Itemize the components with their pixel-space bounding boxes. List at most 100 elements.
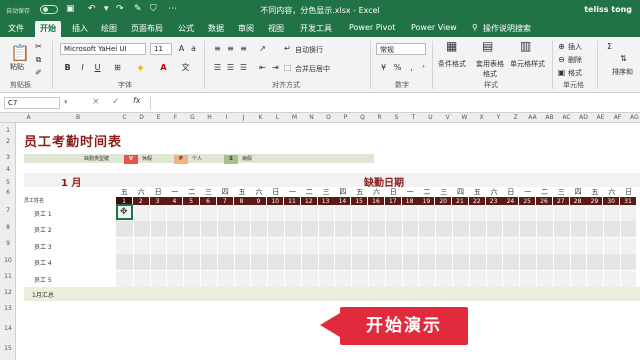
align-middle-icon[interactable]: ≡ [225, 43, 236, 54]
column-header[interactable]: P [337, 114, 354, 121]
tab-home[interactable]: 开始 [35, 21, 61, 37]
row-header[interactable]: 14 [0, 325, 16, 332]
format-painter-icon[interactable]: ✐ [33, 67, 44, 78]
font-name-select[interactable]: Microsoft YaHei UI [60, 43, 146, 55]
column-header[interactable]: AA [524, 114, 541, 121]
row-header[interactable]: 13 [0, 305, 16, 312]
column-header[interactable]: AG [626, 114, 640, 121]
sort-filter-icon[interactable]: ⇅ [618, 53, 629, 64]
attendance-cells[interactable] [116, 254, 636, 271]
align-top-icon[interactable]: ≡ [212, 43, 223, 54]
align-bottom-icon[interactable]: ≡ [238, 43, 249, 54]
delete-cells-button[interactable]: 删除 [568, 55, 582, 65]
search-icon[interactable]: ⚲ [472, 23, 478, 32]
row-header[interactable]: 10 [0, 257, 16, 264]
font-shrink-icon[interactable]: a [188, 43, 199, 54]
column-header[interactable]: C [116, 114, 133, 121]
row-header[interactable]: 7 [0, 207, 16, 214]
wrap-text-button[interactable]: 自动换行 [295, 45, 323, 55]
column-header[interactable]: AE [592, 114, 609, 121]
wrap-text-icon[interactable]: ↵ [282, 43, 293, 54]
attendance-cells[interactable] [116, 237, 636, 254]
insert-cells-button[interactable]: 插入 [568, 42, 582, 52]
column-header[interactable]: AF [609, 114, 626, 121]
table-format-icon[interactable]: ▤ [482, 40, 493, 52]
column-header[interactable]: Z [507, 114, 524, 121]
align-right-icon[interactable]: ☰ [238, 62, 249, 73]
column-header[interactable]: O [320, 114, 337, 121]
conditional-format-button[interactable]: 条件格式 [438, 59, 466, 69]
number-format-select[interactable]: 常规 [376, 43, 426, 55]
sort-filter-button[interactable]: 排序和 [612, 67, 633, 77]
column-header[interactable]: H [201, 114, 218, 121]
fill-color-icon[interactable]: ◈ [135, 62, 146, 73]
increase-decimal-icon[interactable]: ⁺ [418, 62, 429, 73]
column-header[interactable]: J [235, 114, 252, 121]
font-size-select[interactable]: 11 [150, 43, 172, 55]
attendance-cells[interactable] [116, 205, 636, 221]
row-header[interactable]: 5 [0, 179, 16, 186]
tab-tell-me[interactable]: 操作说明搜索 [483, 23, 531, 34]
orientation-icon[interactable]: ↗ [257, 43, 268, 54]
format-cells-button[interactable]: 格式 [568, 68, 582, 78]
percent-icon[interactable]: % [392, 62, 403, 73]
border-icon[interactable]: ⊞ [112, 62, 123, 73]
employee-name[interactable]: 员工 3 [34, 242, 52, 251]
merge-center-button[interactable]: 合并后居中 [295, 64, 330, 74]
user-name[interactable]: teliss tong [584, 5, 632, 14]
tab-power-view[interactable]: Power View [411, 23, 457, 32]
row-header[interactable]: 9 [0, 240, 16, 247]
row-header[interactable]: 12 [0, 289, 16, 296]
autosum-icon[interactable]: Σ [604, 41, 615, 52]
underline-icon[interactable]: U [92, 62, 103, 73]
cancel-icon[interactable]: × [92, 97, 100, 107]
format-cells-icon[interactable]: ▣ [556, 67, 567, 78]
comma-icon[interactable]: , [406, 62, 417, 73]
name-box[interactable]: C7 [4, 97, 60, 109]
employee-name[interactable]: 员工 1 [34, 209, 52, 218]
tab-view[interactable]: 视图 [268, 23, 284, 34]
tab-draw[interactable]: 绘图 [101, 23, 117, 34]
attendance-cells[interactable] [116, 221, 636, 238]
column-header[interactable]: D [133, 114, 150, 121]
row-header[interactable]: 8 [0, 224, 16, 231]
tab-power-pivot[interactable]: Power Pivot [349, 23, 395, 32]
increase-indent-icon[interactable]: ⇥ [270, 62, 281, 73]
cell-styles-button[interactable]: 单元格样式 [510, 59, 545, 69]
column-header[interactable]: I [218, 114, 235, 121]
column-header[interactable]: W [456, 114, 473, 121]
column-header[interactable]: V [439, 114, 456, 121]
tab-review[interactable]: 审阅 [238, 23, 254, 34]
row-header[interactable]: 1 [0, 127, 16, 134]
tab-file[interactable]: 文件 [8, 23, 24, 34]
font-grow-icon[interactable]: A [176, 43, 187, 54]
column-header[interactable]: R [371, 114, 388, 121]
column-header[interactable]: S [388, 114, 405, 121]
column-header[interactable]: K [252, 114, 269, 121]
column-header[interactable]: E [150, 114, 167, 121]
column-header[interactable]: AC [558, 114, 575, 121]
row-header[interactable]: 4 [0, 166, 16, 173]
column-header[interactable]: N [303, 114, 320, 121]
employee-name[interactable]: 员工 5 [34, 275, 52, 284]
align-center-icon[interactable]: ☰ [225, 62, 236, 73]
column-header[interactable]: T [405, 114, 422, 121]
cut-icon[interactable]: ✂ [33, 41, 44, 52]
column-header[interactable]: F [167, 114, 184, 121]
column-header[interactable]: B [48, 114, 108, 121]
row-header[interactable]: 11 [0, 273, 16, 280]
formula-input[interactable] [155, 96, 635, 110]
row-header[interactable]: 6 [0, 189, 16, 196]
row-header[interactable]: 15 [0, 345, 16, 352]
column-header[interactable]: L [269, 114, 286, 121]
conditional-format-icon[interactable]: ▦ [446, 40, 457, 52]
delete-cells-icon[interactable]: ⊖ [556, 54, 567, 65]
column-header[interactable]: Q [354, 114, 371, 121]
column-header[interactable]: G [184, 114, 201, 121]
italic-icon[interactable]: I [77, 62, 88, 73]
enter-icon[interactable]: ✓ [112, 97, 120, 107]
insert-function-icon[interactable]: fx [133, 96, 141, 105]
insert-cells-icon[interactable]: ⊕ [556, 41, 567, 52]
copy-icon[interactable]: ⧉ [33, 54, 44, 65]
column-header[interactable]: AB [541, 114, 558, 121]
